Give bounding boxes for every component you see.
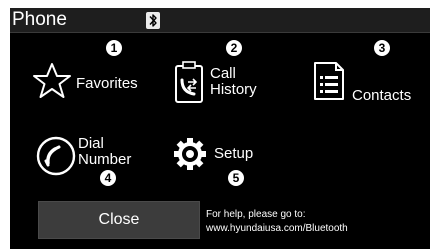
call-history-button[interactable]: 2 Call History: [174, 40, 294, 110]
setup-button[interactable]: Setup 5: [170, 136, 280, 194]
number-badge: 5: [228, 170, 244, 186]
call-history-label-line1: Call: [210, 65, 236, 82]
dial-number-label-line2: Number: [78, 151, 132, 168]
help-line-1: For help, please go to:: [206, 209, 306, 220]
dial-number-label-line1: Dial: [78, 135, 104, 152]
help-line-2: www.hyundaiusa.com/Bluetooth: [206, 223, 348, 234]
bluetooth-icon: [146, 12, 160, 29]
contacts-icon: [312, 60, 346, 107]
title-bar: Phone: [10, 8, 430, 33]
call-history-icon: [174, 60, 204, 109]
number-badge: 3: [374, 40, 390, 56]
number-badge: 2: [226, 40, 242, 56]
help-text: For help, please go to: www.hyundaiusa.c…: [206, 208, 348, 236]
phone-handset-icon: [36, 136, 76, 181]
number-badge: 1: [106, 40, 122, 56]
favorites-label: Favorites: [76, 75, 138, 92]
contacts-label: Contacts: [352, 87, 412, 104]
app-title: Phone: [12, 9, 67, 30]
close-button[interactable]: Close: [38, 201, 200, 239]
contacts-button[interactable]: 3 Contacts: [308, 40, 428, 110]
gear-icon: [172, 136, 208, 177]
dial-number-button[interactable]: Dial Number 4: [32, 132, 162, 192]
favorites-button[interactable]: 1 Favorites: [32, 40, 172, 102]
number-badge: 4: [100, 170, 116, 186]
phone-screen: Phone 1 Favorites 2 Call History 3 Conta…: [10, 8, 430, 249]
call-history-label-line2: History: [210, 81, 257, 98]
caption-strip: [0, 0, 434, 8]
star-icon: [32, 62, 72, 105]
setup-label: Setup: [214, 145, 254, 162]
